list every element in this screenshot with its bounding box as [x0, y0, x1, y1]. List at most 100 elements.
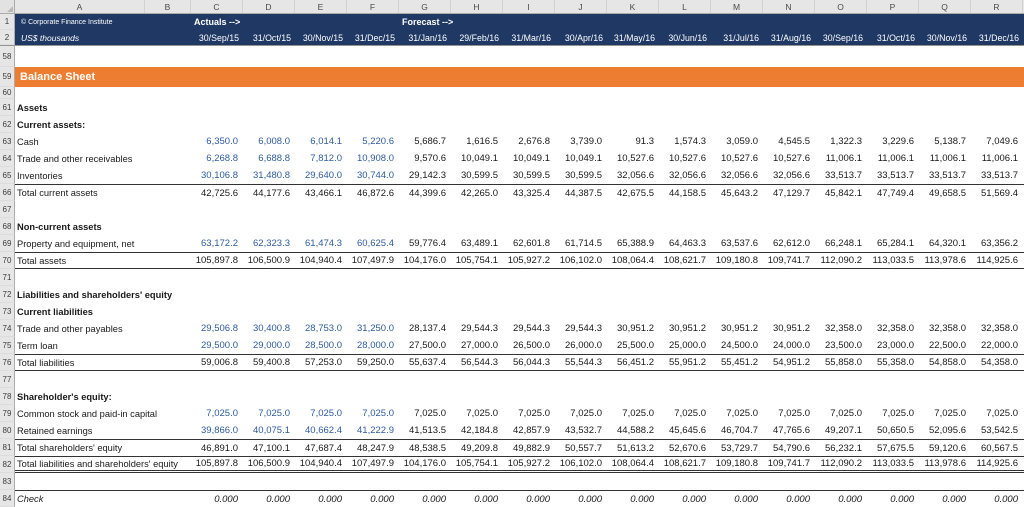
cell-F65[interactable]: 30,744.0 [347, 167, 399, 184]
cell-R76[interactable]: 54,358.0 [971, 355, 1023, 370]
column-header-F[interactable]: F [347, 0, 399, 13]
row-label-63[interactable]: Cash [15, 133, 145, 150]
empty-cell-B82[interactable] [145, 457, 191, 470]
cell-F80[interactable]: 41,222.9 [347, 422, 399, 439]
cell-Q65[interactable]: 33,513.7 [919, 167, 971, 184]
cell-N82[interactable]: 109,741.7 [763, 457, 815, 470]
row-header-70[interactable]: 70 [0, 252, 15, 269]
cell-E64[interactable]: 7,812.0 [295, 150, 347, 167]
cell-M70[interactable]: 109,180.8 [711, 253, 763, 268]
column-header-I[interactable]: I [503, 0, 555, 13]
row-header-78[interactable]: 78 [0, 388, 15, 405]
row-label-79[interactable]: Common stock and paid-in capital [15, 405, 145, 422]
row-header-72[interactable]: 72 [0, 286, 15, 303]
cell-C70[interactable]: 105,897.8 [191, 253, 243, 268]
cell-D81[interactable]: 47,100.1 [243, 440, 295, 456]
row-label-72[interactable]: Liabilities and shareholders' equity [15, 286, 145, 303]
empty-cell-B75[interactable] [145, 337, 191, 354]
cell-E76[interactable]: 57,253.0 [295, 355, 347, 370]
cell-K79[interactable]: 7,025.0 [607, 405, 659, 422]
cell-C76[interactable]: 59,006.8 [191, 355, 243, 370]
cell-R81[interactable]: 60,567.5 [971, 440, 1023, 456]
empty-cell-B1[interactable] [145, 14, 191, 30]
cell-G63[interactable]: 5,686.7 [399, 133, 451, 150]
cell-M64[interactable]: 10,527.6 [711, 150, 763, 167]
cell-C84[interactable]: 0.000 [191, 491, 243, 507]
row-header-76[interactable]: 76 [0, 354, 15, 371]
cell-D65[interactable]: 31,480.8 [243, 167, 295, 184]
cell-M81[interactable]: 53,729.7 [711, 440, 763, 456]
cell-F66[interactable]: 46,872.6 [347, 185, 399, 201]
empty-cell-B76[interactable] [145, 355, 191, 370]
cell-L75[interactable]: 25,000.0 [659, 337, 711, 354]
cell-L74[interactable]: 30,951.2 [659, 320, 711, 337]
forecast-header-cell[interactable]: Forecast --> [399, 14, 1024, 30]
cell-J84[interactable]: 0.000 [555, 491, 607, 507]
cell-M79[interactable]: 7,025.0 [711, 405, 763, 422]
row-header-1[interactable]: 1 [0, 14, 15, 30]
column-header-L[interactable]: L [659, 0, 711, 13]
date-header-F2[interactable]: 31/Dec/15 [347, 30, 399, 45]
cell-P81[interactable]: 57,675.5 [867, 440, 919, 456]
cell-O81[interactable]: 56,232.1 [815, 440, 867, 456]
cell-I81[interactable]: 49,882.9 [503, 440, 555, 456]
cell-E80[interactable]: 40,662.4 [295, 422, 347, 439]
cell-H70[interactable]: 105,754.1 [451, 253, 503, 268]
cell-G84[interactable]: 0.000 [399, 491, 451, 507]
cell-G76[interactable]: 55,637.4 [399, 355, 451, 370]
cell-Q80[interactable]: 52,095.6 [919, 422, 971, 439]
cell-E82[interactable]: 104,940.4 [295, 457, 347, 470]
row-header-2[interactable]: 2 [0, 30, 15, 45]
cell-H63[interactable]: 1,616.5 [451, 133, 503, 150]
cell-K82[interactable]: 108,064.4 [607, 457, 659, 470]
cell-J69[interactable]: 61,714.5 [555, 235, 607, 252]
cell-C82[interactable]: 105,897.8 [191, 457, 243, 470]
cell-P80[interactable]: 50,650.5 [867, 422, 919, 439]
cell-P76[interactable]: 55,358.0 [867, 355, 919, 370]
cell-P70[interactable]: 113,033.5 [867, 253, 919, 268]
column-header-E[interactable]: E [295, 0, 347, 13]
row-label-70[interactable]: Total assets [15, 253, 145, 268]
cell-G82[interactable]: 104,176.0 [399, 457, 451, 470]
cell-O82[interactable]: 112,090.2 [815, 457, 867, 470]
cell-E69[interactable]: 61,474.3 [295, 235, 347, 252]
cell-Q75[interactable]: 22,500.0 [919, 337, 971, 354]
cell-K80[interactable]: 44,588.2 [607, 422, 659, 439]
cell-L80[interactable]: 45,645.6 [659, 422, 711, 439]
row-label-76[interactable]: Total liabilities [15, 355, 145, 370]
row-header-62[interactable]: 62 [0, 116, 15, 133]
cell-M76[interactable]: 55,451.2 [711, 355, 763, 370]
empty-cell-B84[interactable] [145, 491, 191, 507]
cell-O79[interactable]: 7,025.0 [815, 405, 867, 422]
row-label-62[interactable]: Current assets: [15, 116, 145, 133]
cell-F76[interactable]: 59,250.0 [347, 355, 399, 370]
column-header-O[interactable]: O [815, 0, 867, 13]
row-label-69[interactable]: Property and equipment, net [15, 235, 145, 252]
cell-L84[interactable]: 0.000 [659, 491, 711, 507]
cell-K65[interactable]: 32,056.6 [607, 167, 659, 184]
row-header-60[interactable]: 60 [0, 87, 15, 99]
date-header-P2[interactable]: 31/Oct/16 [867, 30, 919, 45]
row-header-69[interactable]: 69 [0, 235, 15, 252]
date-header-N2[interactable]: 31/Aug/16 [763, 30, 815, 45]
cell-O84[interactable]: 0.000 [815, 491, 867, 507]
empty-cell-B62[interactable] [145, 116, 191, 133]
column-header-P[interactable]: P [867, 0, 919, 13]
empty-cell-B72[interactable] [145, 286, 191, 303]
cell-L66[interactable]: 44,158.5 [659, 185, 711, 201]
empty-cell-B69[interactable] [145, 235, 191, 252]
copyright-cell[interactable]: © Corporate Finance Institute [15, 14, 145, 30]
cell-C79[interactable]: 7,025.0 [191, 405, 243, 422]
cell-P69[interactable]: 65,284.1 [867, 235, 919, 252]
cell-C74[interactable]: 29,506.8 [191, 320, 243, 337]
cell-R82[interactable]: 114,925.6 [971, 457, 1023, 470]
cell-I66[interactable]: 43,325.4 [503, 185, 555, 201]
cell-D76[interactable]: 59,400.8 [243, 355, 295, 370]
cell-Q66[interactable]: 49,658.5 [919, 185, 971, 201]
empty-cell-B74[interactable] [145, 320, 191, 337]
column-header-H[interactable]: H [451, 0, 503, 13]
row-header-58[interactable]: 58 [0, 46, 15, 67]
cell-D79[interactable]: 7,025.0 [243, 405, 295, 422]
row-header-68[interactable]: 68 [0, 218, 15, 235]
cell-H82[interactable]: 105,754.1 [451, 457, 503, 470]
